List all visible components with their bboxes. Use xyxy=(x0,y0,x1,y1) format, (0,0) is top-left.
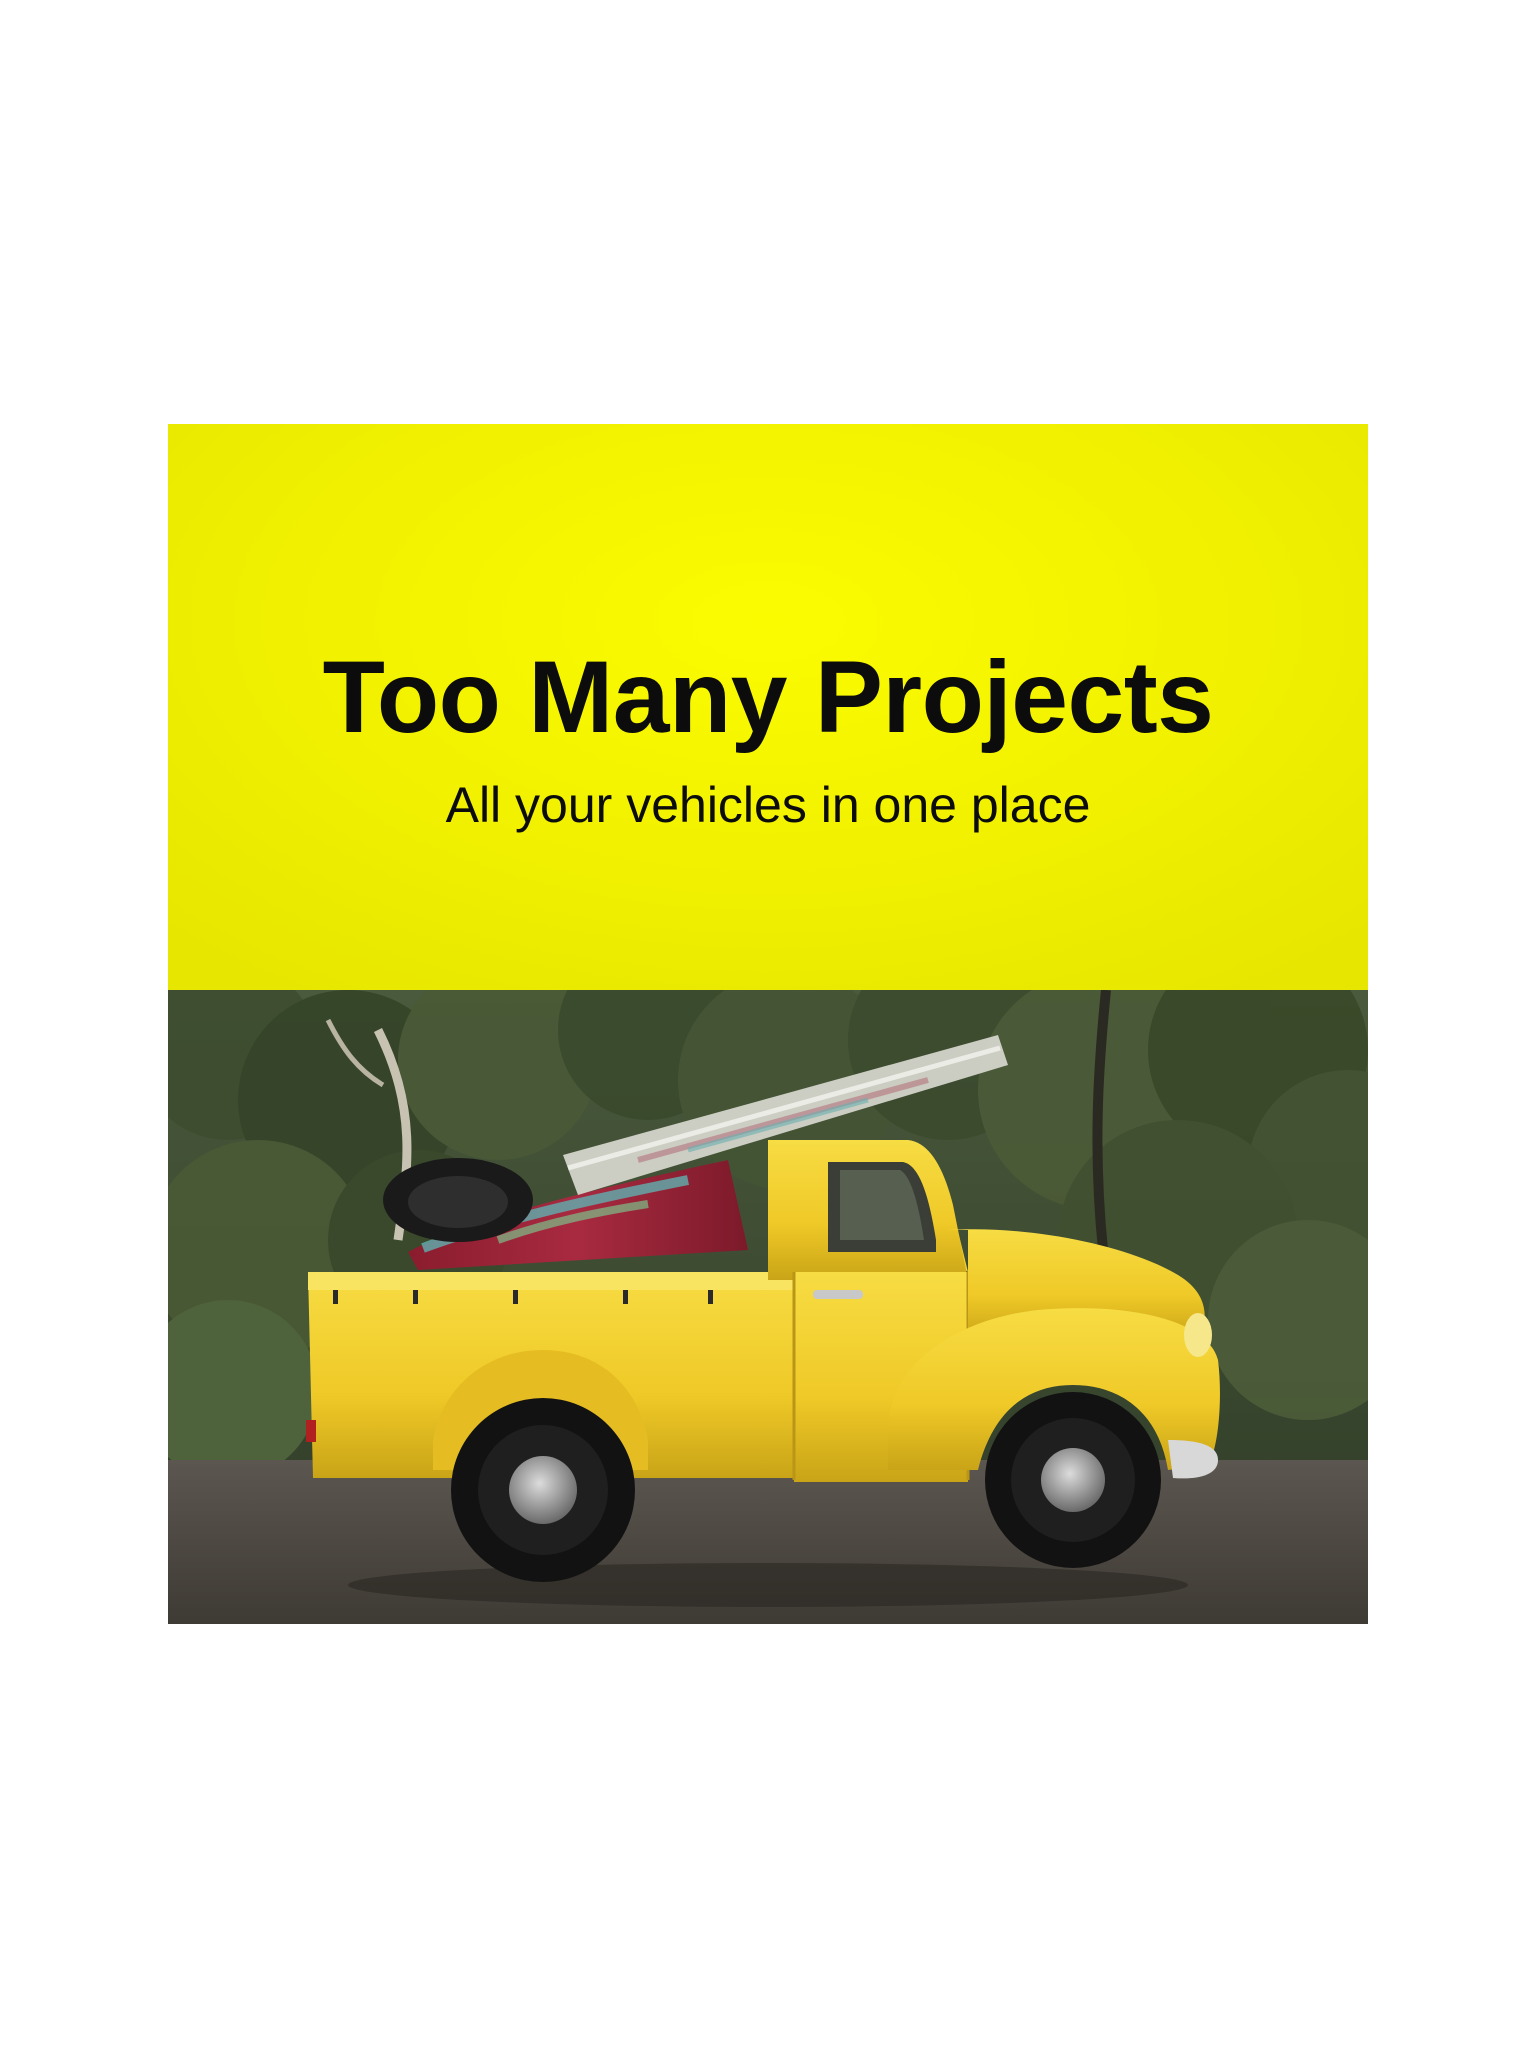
front-wheel xyxy=(985,1392,1161,1568)
page-subtitle: All your vehicles in one place xyxy=(445,777,1091,833)
page-title: Too Many Projects xyxy=(322,640,1214,754)
logo-card: Too Many Projects All your vehicles in o… xyxy=(168,424,1368,1624)
header-banner: Too Many Projects All your vehicles in o… xyxy=(168,424,1368,990)
door-handle xyxy=(813,1290,863,1299)
rear-wheel xyxy=(451,1398,635,1582)
yellow-pickup-truck-photo xyxy=(168,990,1368,1624)
